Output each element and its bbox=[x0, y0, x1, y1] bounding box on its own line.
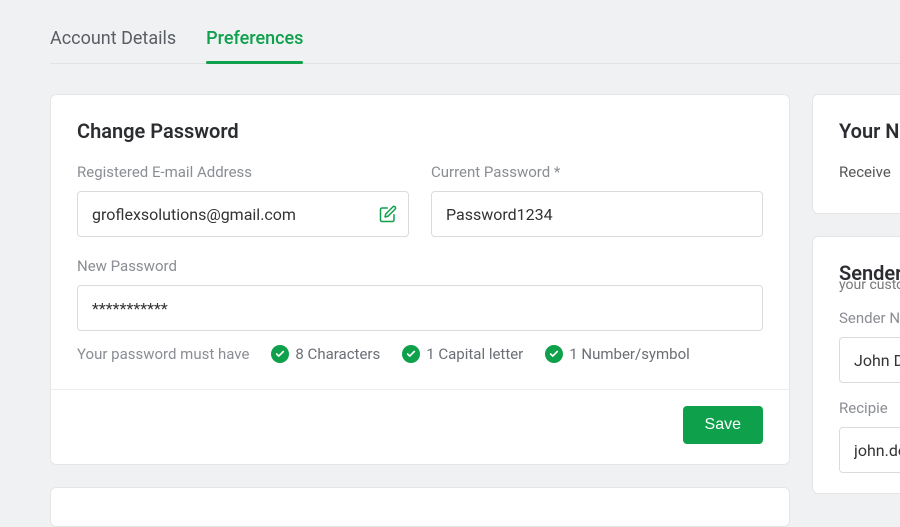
password-requirements: Your password must have 8 Characters 1 C… bbox=[77, 345, 763, 363]
tab-preferences[interactable]: Preferences bbox=[206, 28, 303, 63]
your-notifications-card: Your N Receive bbox=[812, 94, 900, 214]
save-button[interactable]: Save bbox=[683, 406, 763, 444]
new-password-field[interactable] bbox=[77, 285, 763, 331]
current-password-label: Current Password * bbox=[431, 163, 763, 181]
password-req-intro: Your password must have bbox=[77, 345, 249, 363]
sender-name-label: Sender N bbox=[839, 309, 900, 327]
change-password-card: Change Password Registered E-mail Addres… bbox=[50, 94, 790, 465]
check-icon bbox=[402, 345, 420, 363]
check-icon bbox=[271, 345, 289, 363]
next-card-stub bbox=[50, 487, 790, 527]
email-label: Registered E-mail Address bbox=[77, 163, 409, 181]
tab-account-details[interactable]: Account Details bbox=[50, 28, 176, 63]
sender-name-field[interactable] bbox=[839, 337, 900, 383]
recipient-field[interactable] bbox=[839, 427, 900, 473]
password-req-2: 1 Capital letter bbox=[402, 345, 523, 363]
tabs-bar: Account Details Preferences bbox=[50, 0, 900, 64]
your-notifications-text: Receive bbox=[839, 163, 900, 181]
your-notifications-title: Your N bbox=[839, 119, 900, 143]
check-icon bbox=[545, 345, 563, 363]
sender-card: Sender your custo Sender N Recipie bbox=[812, 236, 900, 494]
current-password-field[interactable] bbox=[431, 191, 763, 237]
recipient-label: Recipie bbox=[839, 399, 900, 417]
edit-icon[interactable] bbox=[379, 205, 397, 223]
change-password-title: Change Password bbox=[77, 119, 763, 143]
password-req-1: 8 Characters bbox=[271, 345, 380, 363]
email-field[interactable] bbox=[77, 191, 409, 237]
new-password-label: New Password bbox=[77, 257, 763, 275]
password-req-3: 1 Number/symbol bbox=[545, 345, 690, 363]
sender-sub: your custo bbox=[839, 277, 900, 293]
card-divider bbox=[51, 389, 789, 390]
